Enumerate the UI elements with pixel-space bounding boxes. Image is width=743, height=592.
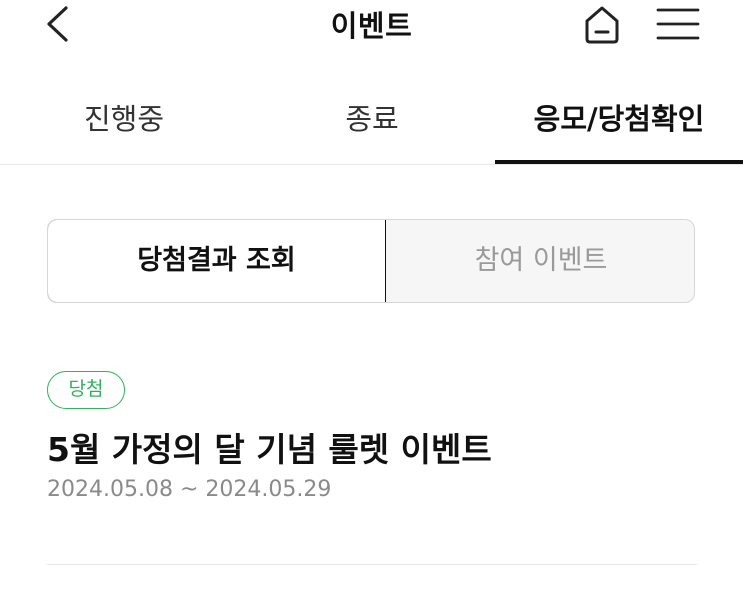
event-page: 이벤트 진행중 종료 응모/당첨확인 당첨결과 조회 참여 이벤트 당첨 5월 … [0, 0, 743, 592]
hamburger-menu-icon [656, 8, 700, 40]
home-button[interactable] [580, 2, 624, 46]
result-segment-control: 당첨결과 조회 참여 이벤트 [47, 219, 695, 303]
app-header: 이벤트 [0, 0, 743, 48]
segment-winner-results[interactable]: 당첨결과 조회 [48, 220, 386, 302]
list-item[interactable]: 당첨 5월 가정의 달 기념 룰렛 이벤트 2024.05.08 ~ 2024.… [47, 371, 697, 561]
event-title: 5월 가정의 달 기념 룰렛 이벤트 [47, 430, 492, 469]
event-tabs: 진행중 종료 응모/당첨확인 [0, 90, 743, 165]
home-icon [585, 6, 619, 44]
status-badge: 당첨 [47, 371, 125, 409]
tab-ended[interactable]: 종료 [248, 90, 496, 164]
chevron-left-icon [47, 6, 68, 42]
tab-ongoing[interactable]: 진행중 [0, 90, 248, 164]
tab-entry-winner-check[interactable]: 응모/당첨확인 [495, 90, 743, 164]
segment-participated-events[interactable]: 참여 이벤트 [386, 220, 694, 302]
back-button[interactable] [36, 2, 80, 46]
list-divider [47, 564, 697, 565]
event-dates: 2024.05.08 ~ 2024.05.29 [47, 477, 332, 502]
active-tab-indicator [495, 160, 743, 164]
page-title: 이벤트 [330, 9, 413, 43]
menu-button[interactable] [654, 2, 702, 46]
